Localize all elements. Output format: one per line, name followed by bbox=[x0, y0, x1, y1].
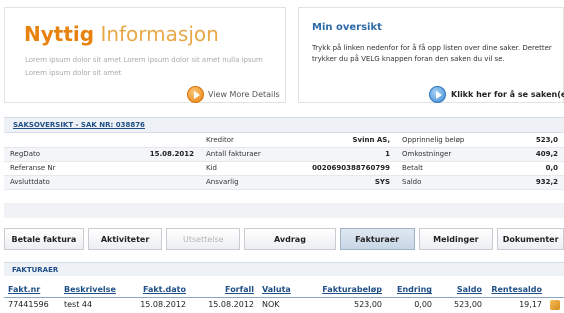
cell-fakturabelop: 523,00 bbox=[354, 300, 382, 310]
col-header-empty bbox=[546, 283, 564, 298]
case-value: 523,0 bbox=[494, 133, 564, 148]
col-header[interactable]: Fakt.nr bbox=[4, 283, 60, 298]
case-value: 0,0 bbox=[494, 161, 564, 176]
open-cases-link[interactable]: Klikk her for å se saken(e) bbox=[451, 90, 564, 99]
overview-panel: Min oversikt Trykk på linken nedenfor fo… bbox=[298, 7, 564, 103]
overview-title: Min oversikt bbox=[312, 22, 382, 33]
col-header[interactable]: Endring bbox=[386, 283, 436, 298]
invoices-header: FAKTURAER bbox=[4, 262, 564, 276]
col-header[interactable]: Beskrivelse bbox=[60, 283, 122, 298]
case-value: Svinn AS, bbox=[286, 133, 396, 148]
case-row: Kreditor Svinn AS, Opprinnelig beløp 523… bbox=[4, 133, 564, 148]
play-icon[interactable] bbox=[187, 86, 204, 103]
case-label: Kreditor bbox=[200, 133, 286, 148]
tab-meldinger[interactable]: Meldinger bbox=[418, 228, 494, 250]
cell-saldo: 523,00 bbox=[454, 300, 482, 310]
col-header[interactable]: Saldo bbox=[436, 283, 486, 298]
case-label bbox=[4, 133, 82, 148]
col-header[interactable]: Forfall bbox=[190, 283, 258, 298]
info-title: Nyttig Informasjon bbox=[24, 22, 219, 46]
cell-fakt-nr: 77441596 bbox=[8, 300, 49, 310]
info-panel: Nyttig Informasjon Lorem ipsum dolor sit… bbox=[4, 7, 286, 103]
case-label: Betalt bbox=[396, 161, 494, 176]
cell-beskrivelse: test 44 bbox=[64, 300, 93, 310]
case-footer bbox=[4, 203, 564, 218]
case-label: Kid bbox=[200, 161, 286, 176]
case-tabs: Betale faktura Aktiviteter Utsettelse Av… bbox=[4, 228, 564, 250]
col-header[interactable]: Fakturabeløp bbox=[306, 283, 386, 298]
case-label: Opprinnelig beløp bbox=[396, 133, 494, 148]
case-label: Omkostninger bbox=[396, 147, 494, 162]
tab-fakturaer[interactable]: Fakturaer bbox=[339, 228, 415, 250]
cell-forfall: 15.08.2012 bbox=[208, 300, 254, 310]
case-value bbox=[82, 175, 200, 190]
cell-valuta: NOK bbox=[262, 300, 280, 310]
info-title-part2: Informasjon bbox=[100, 22, 219, 46]
case-label: RegDato bbox=[4, 147, 82, 162]
case-value bbox=[82, 161, 200, 176]
table-row[interactable]: 77441596 test 44 15.08.2012 15.08.2012 N… bbox=[4, 297, 564, 312]
info-lorem-text: Lorem ipsum dolor sit amet Lorem ipsum d… bbox=[25, 56, 263, 77]
invoices-table: Fakt.nr Beskrivelse Fakt.dato Forfall Va… bbox=[4, 283, 564, 312]
case-label: Saldo bbox=[396, 175, 494, 190]
tab-utsettelse[interactable]: Utsettelse bbox=[166, 228, 241, 250]
case-label: Antall fakturaer bbox=[200, 147, 286, 162]
play-icon[interactable] bbox=[429, 86, 446, 103]
case-value: 0020690388760799 bbox=[286, 161, 396, 176]
case-details-table: Kreditor Svinn AS, Opprinnelig beløp 523… bbox=[4, 133, 564, 190]
tab-betale-faktura[interactable]: Betale faktura bbox=[4, 228, 84, 250]
overview-text: Trykk på linken nedenfor for å få opp li… bbox=[312, 44, 552, 63]
edit-icon[interactable] bbox=[550, 299, 560, 310]
case-value: 1 bbox=[286, 147, 396, 162]
case-row: Avsluttdato Ansvarlig SYS Saldo 932,2 bbox=[4, 175, 564, 190]
cell-endring: 0,00 bbox=[414, 300, 432, 310]
case-value: 409,2 bbox=[494, 147, 564, 162]
case-overview-link[interactable]: SAKSOVERSIKT - SAK NR: 038876 bbox=[13, 121, 145, 129]
tab-aktiviteter[interactable]: Aktiviteter bbox=[87, 228, 163, 250]
case-value bbox=[82, 133, 200, 148]
case-value: SYS bbox=[286, 175, 396, 190]
case-label: Avsluttdato bbox=[4, 175, 82, 190]
cell-fakt-dato: 15.08.2012 bbox=[140, 300, 186, 310]
cell-action bbox=[546, 297, 564, 312]
tab-dokumenter[interactable]: Dokumenter bbox=[497, 228, 564, 250]
col-header[interactable]: Valuta bbox=[258, 283, 306, 298]
case-label: Referanse Nr bbox=[4, 161, 82, 176]
case-row: Referanse Nr Kid 0020690388760799 Betalt… bbox=[4, 161, 564, 176]
case-value: 15.08.2012 bbox=[82, 147, 200, 162]
cell-rentesaldo: 19,17 bbox=[519, 300, 542, 310]
invoices-title: FAKTURAER bbox=[12, 266, 59, 274]
view-more-link[interactable]: View More Details bbox=[208, 90, 280, 99]
case-value: 932,2 bbox=[494, 175, 564, 190]
invoices-header-row: Fakt.nr Beskrivelse Fakt.dato Forfall Va… bbox=[4, 283, 564, 298]
case-row: RegDato 15.08.2012 Antall fakturaer 1 Om… bbox=[4, 147, 564, 162]
info-title-part1: Nyttig bbox=[24, 22, 95, 46]
col-header[interactable]: Rentesaldo bbox=[486, 283, 546, 298]
case-overview-header: SAKSOVERSIKT - SAK NR: 038876 bbox=[4, 117, 564, 133]
case-label: Ansvarlig bbox=[200, 175, 286, 190]
tab-avdrag[interactable]: Avdrag bbox=[244, 228, 336, 250]
col-header[interactable]: Fakt.dato bbox=[122, 283, 190, 298]
